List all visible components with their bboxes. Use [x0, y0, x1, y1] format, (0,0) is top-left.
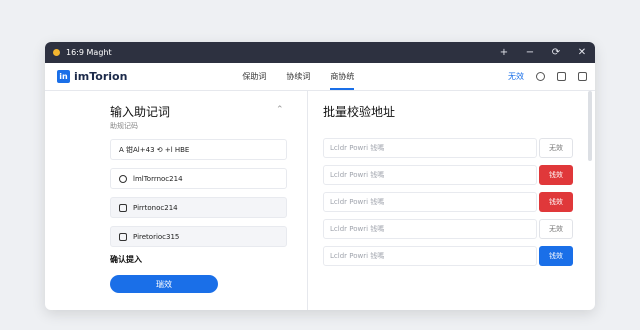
close-button[interactable]: ✕	[577, 47, 587, 58]
status-dot-icon	[53, 49, 60, 56]
new-tab-button[interactable]: +	[499, 47, 509, 58]
circle-icon[interactable]	[536, 72, 545, 81]
status-button[interactable]: 钱效	[539, 165, 573, 185]
toolbar-link[interactable]: 无效	[508, 71, 524, 82]
status-button[interactable]: 无效	[539, 138, 573, 158]
address-row: Lcldr Powri 钱嗎 无效	[323, 138, 573, 158]
mnemonic-item-text: lmlTorrnoc214	[133, 174, 183, 183]
mnemonic-item[interactable]: lmlTorrnoc214	[110, 168, 287, 189]
status-button[interactable]: 钱效	[539, 192, 573, 212]
verify-button[interactable]: 瑞效	[110, 275, 218, 293]
tab-1[interactable]: 协续词	[286, 63, 310, 90]
address-input[interactable]: Lcldr Powri 钱嗎	[323, 138, 537, 158]
window-controls: + − ⟳ ✕	[499, 47, 587, 58]
logo-icon: in	[57, 70, 70, 83]
main-nav: 保助词 协续词 商协统	[242, 63, 355, 90]
brand-name: imTorion	[74, 70, 128, 83]
refresh-button[interactable]: ⟳	[551, 47, 561, 58]
panel-title: 批量校验地址	[323, 105, 396, 119]
address-input[interactable]: Lcldr Powri 钱嗎	[323, 192, 537, 212]
tab-2-active[interactable]: 商协统	[330, 63, 355, 90]
address-input[interactable]: Lcldr Powri 钱嗎	[323, 246, 537, 266]
top-bar: in imTorion 保助词 协续词 商协统 无效	[45, 63, 595, 91]
document-icon[interactable]	[578, 72, 587, 81]
main-content: 输入助记词 助规记码 ⌃ A 钳Al+43 ⟲ +l HBE lmlTorrno…	[45, 91, 595, 310]
mnemonic-header-row[interactable]: A 钳Al+43 ⟲ +l HBE	[110, 139, 287, 160]
address-row: Lcldr Powri 钱嗎 钱效	[323, 246, 573, 266]
address-row: Lcldr Powri 钱嗎 钱效	[323, 165, 573, 185]
tab-0[interactable]: 保助词	[242, 63, 266, 90]
address-row: Lcldr Powri 钱嗎 无效	[323, 219, 573, 239]
panel-title: 输入助记词	[110, 105, 171, 119]
window-icon	[119, 203, 127, 212]
address-panel: 批量校验地址 Lcldr Powri 钱嗎 无效 Lcldr Powri 钱嗎 …	[308, 91, 595, 310]
address-input[interactable]: Lcldr Powri 钱嗎	[323, 219, 537, 239]
window-title: 16:9 Maght	[66, 48, 112, 57]
image-icon[interactable]	[557, 72, 566, 81]
status-button[interactable]: 钱效	[539, 246, 573, 266]
tab-label: 商协统	[330, 72, 355, 81]
collapse-icon[interactable]: ⌃	[276, 105, 284, 115]
address-row: Lcldr Powri 钱嗎 钱效	[323, 192, 573, 212]
chat-bubble-icon	[119, 174, 127, 183]
minimize-button[interactable]: −	[525, 47, 535, 58]
toolbar-right: 无效	[508, 71, 587, 82]
panel-subtitle: 助规记码	[110, 122, 138, 130]
confirm-label: 确认提入	[110, 255, 142, 264]
window-icon	[119, 232, 127, 241]
mnemonic-item[interactable]: Piretorioc315	[110, 226, 287, 247]
address-input[interactable]: Lcldr Powri 钱嗎	[323, 165, 537, 185]
mnemonic-item-text: Piretorioc315	[133, 232, 180, 241]
scrollbar[interactable]	[588, 91, 592, 161]
tab-label: 协续词	[286, 72, 311, 81]
title-bar: 16:9 Maght + − ⟳ ✕	[45, 42, 595, 63]
app-window: 16:9 Maght + − ⟳ ✕ in imTorion 保助词 协续词 商…	[45, 42, 595, 310]
mnemonic-item[interactable]: Pirrtonoc214	[110, 197, 287, 218]
mnemonic-item-text: Pirrtonoc214	[133, 203, 178, 212]
mnemonic-panel: 输入助记词 助规记码 ⌃ A 钳Al+43 ⟲ +l HBE lmlTorrno…	[45, 91, 307, 310]
mnemonic-header-text: A 钳Al+43 ⟲ +l HBE	[119, 145, 190, 154]
status-button[interactable]: 无效	[539, 219, 573, 239]
tab-label: 保助词	[242, 72, 267, 81]
